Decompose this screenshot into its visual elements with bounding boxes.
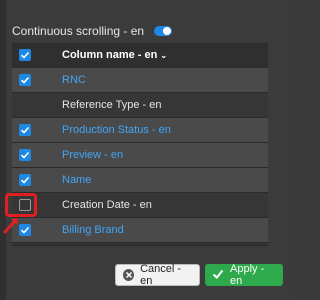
- table-row: Preview - en: [12, 143, 268, 168]
- row-checkbox[interactable]: [19, 124, 31, 136]
- dialog-footer: Cancel - en Apply - en: [0, 252, 293, 300]
- continuous-scrolling-label: Continuous scrolling - en: [12, 24, 145, 38]
- table-row: Name: [12, 168, 268, 193]
- row-label: Production Status - en: [62, 124, 171, 136]
- apply-button[interactable]: Apply - en: [205, 263, 283, 287]
- column-settings-panel: Continuous scrolling - en Column name - …: [0, 0, 293, 300]
- annotation-arrow-icon: [2, 218, 18, 235]
- table-header-row: Column name - en ⌄: [12, 43, 268, 68]
- column-list-table: Column name - en ⌄ RNC Reference Type - …: [12, 43, 268, 246]
- continuous-scrolling-row: Continuous scrolling - en: [12, 22, 173, 40]
- table-row: Production Status - en: [12, 118, 268, 143]
- chevron-down-icon: ⌄: [160, 50, 168, 60]
- highlight-annotation-box: [5, 193, 37, 217]
- cancel-button[interactable]: Cancel - en: [115, 263, 200, 287]
- apply-button-label: Apply - en: [230, 263, 265, 287]
- row-checkbox[interactable]: [19, 74, 31, 86]
- table-row: Reference Type - en: [12, 93, 268, 118]
- cancel-button-label: Cancel - en: [140, 263, 182, 287]
- row-label: Creation Date - en: [62, 199, 152, 211]
- row-checkbox[interactable]: [19, 174, 31, 186]
- row-checkbox[interactable]: [19, 149, 31, 161]
- table-row: Billing Brand: [12, 218, 268, 243]
- column-name-header-label: Column name - en: [62, 49, 158, 61]
- table-row: RNC: [12, 68, 268, 93]
- row-label: Reference Type - en: [62, 99, 162, 111]
- row-label: RNC: [62, 74, 86, 86]
- check-icon: [212, 268, 224, 283]
- column-name-header[interactable]: Column name - en ⌄: [38, 49, 167, 61]
- continuous-scrolling-toggle[interactable]: [154, 26, 173, 36]
- close-icon: [123, 269, 135, 281]
- row-label: Billing Brand: [62, 224, 124, 236]
- row-label: Preview - en: [62, 149, 124, 161]
- row-label: Name: [62, 174, 92, 186]
- table-row: Creation Date - en: [12, 193, 268, 218]
- select-all-checkbox[interactable]: [19, 49, 31, 61]
